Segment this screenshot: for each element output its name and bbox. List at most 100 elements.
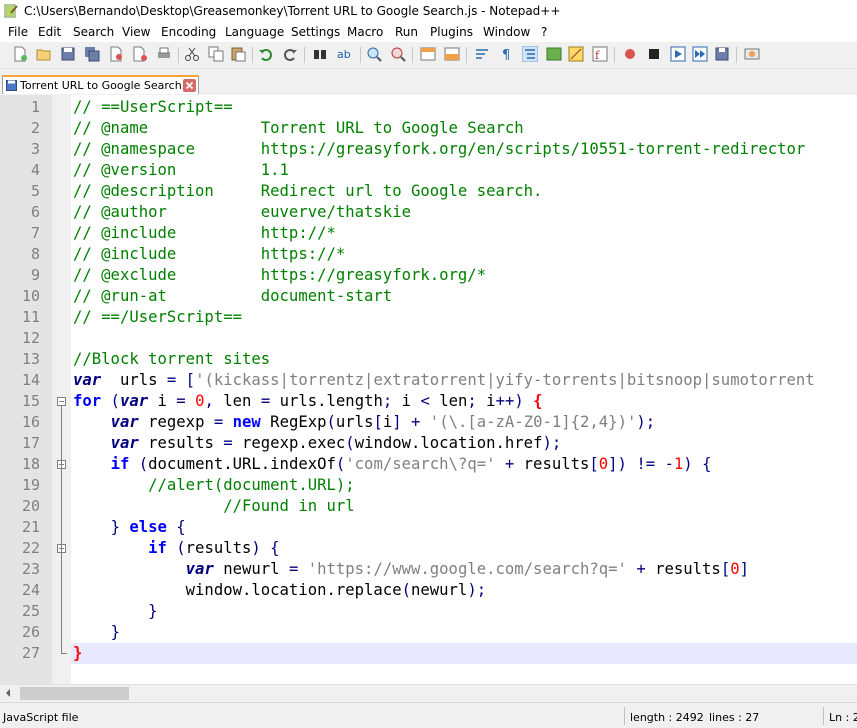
user-language-icon[interactable] bbox=[546, 46, 562, 62]
code-line[interactable]: 12 bbox=[0, 328, 857, 349]
word-wrap-icon[interactable] bbox=[474, 46, 490, 62]
save-macro-icon[interactable] bbox=[714, 46, 730, 62]
menu-encoding[interactable]: Encoding bbox=[161, 25, 216, 39]
code-line[interactable]: 1 // ==UserScript== bbox=[0, 97, 857, 118]
code-line[interactable]: 5 // @description Redirect url to Google … bbox=[0, 181, 857, 202]
print-icon[interactable] bbox=[156, 46, 172, 62]
close-file-icon[interactable] bbox=[108, 46, 124, 62]
function-list-icon[interactable]: f bbox=[592, 46, 608, 62]
menu-language[interactable]: Language bbox=[225, 25, 284, 39]
line-number: 2 bbox=[30, 119, 40, 137]
line-number: 10 bbox=[21, 287, 40, 305]
code-line[interactable]: 16 var regexp = new RegExp(urls[i] + '(\… bbox=[0, 412, 857, 433]
record-macro-icon[interactable] bbox=[622, 46, 638, 62]
open-file-icon[interactable] bbox=[36, 46, 52, 62]
code-token: ( bbox=[401, 581, 411, 599]
redo-icon[interactable] bbox=[282, 46, 298, 62]
code-line[interactable]: 20 //Found in url bbox=[0, 496, 857, 517]
code-line[interactable]: 26 } bbox=[0, 622, 857, 643]
menu-help[interactable]: ? bbox=[541, 25, 547, 39]
line-number: 26 bbox=[21, 623, 40, 641]
code-line[interactable]: 17 var results = regexp.exec(window.loca… bbox=[0, 433, 857, 454]
playback-macro-icon[interactable] bbox=[670, 46, 686, 62]
paste-icon[interactable] bbox=[230, 46, 246, 62]
document-map-icon[interactable] bbox=[568, 46, 584, 62]
code-token: ( bbox=[101, 392, 120, 410]
code-line[interactable]: 3 // @namespace https://greasyfork.org/en… bbox=[0, 139, 857, 160]
menu-edit[interactable]: Edit bbox=[38, 25, 61, 39]
code-text: } bbox=[73, 622, 120, 643]
sync-vertical-icon[interactable] bbox=[420, 46, 436, 62]
scroll-left-icon[interactable] bbox=[6, 689, 10, 697]
code-token: urls bbox=[101, 371, 167, 389]
code-token: for bbox=[73, 392, 102, 410]
code-line[interactable]: 9 // @exclude https://greasyfork.org/* bbox=[0, 265, 857, 286]
menu-window[interactable]: Window bbox=[483, 25, 530, 39]
code-line[interactable]: 24 window.location.replace(newurl); bbox=[0, 580, 857, 601]
menu-settings[interactable]: Settings bbox=[291, 25, 340, 39]
indent-guide-icon[interactable] bbox=[522, 46, 538, 62]
code-line[interactable]: 27} bbox=[22, 643, 857, 664]
zoom-in-icon[interactable] bbox=[366, 46, 382, 62]
code-line[interactable]: 7 // @include http://* bbox=[0, 223, 857, 244]
code-line[interactable]: 11 // ==/UserScript== bbox=[0, 307, 857, 328]
line-number: 12 bbox=[21, 329, 40, 347]
code-token: ); bbox=[542, 434, 562, 452]
menu-macro[interactable]: Macro bbox=[347, 25, 383, 39]
code-line[interactable]: 2 // @name Torrent URL to Google Search bbox=[0, 118, 857, 139]
code-line[interactable]: 23 var newurl = 'https://www.google.com/… bbox=[0, 559, 857, 580]
code-token: ( bbox=[129, 455, 149, 473]
find-icon[interactable] bbox=[312, 46, 328, 62]
code-line[interactable]: 8 // @include https://* bbox=[0, 244, 857, 265]
menu-run[interactable]: Run bbox=[395, 25, 418, 39]
horizontal-scrollbar[interactable] bbox=[0, 684, 857, 702]
save-icon[interactable] bbox=[60, 46, 76, 62]
code-token: results bbox=[645, 560, 721, 578]
stop-recording-icon[interactable] bbox=[646, 46, 662, 62]
show-all-characters-icon[interactable]: ¶ bbox=[498, 46, 514, 62]
code-line[interactable]: 22 if (results) { bbox=[0, 538, 857, 559]
code-token: if bbox=[148, 539, 167, 557]
replace-icon[interactable]: ab bbox=[336, 46, 352, 62]
code-line[interactable]: 15 for (var i = 0, len = urls.length; i <… bbox=[0, 391, 857, 412]
menu-search[interactable]: Search bbox=[73, 25, 114, 39]
code-line[interactable]: 19 //alert(document.URL); bbox=[0, 475, 857, 496]
code-text: // ==/UserScript== bbox=[73, 307, 242, 328]
undo-icon[interactable] bbox=[258, 46, 274, 62]
run-macro-multiple-icon[interactable] bbox=[692, 46, 708, 62]
scrollbar-thumb[interactable] bbox=[20, 687, 129, 700]
launch-browser-icon[interactable] bbox=[744, 46, 760, 62]
fold-toggle-icon[interactable] bbox=[57, 397, 66, 406]
copy-icon[interactable] bbox=[208, 46, 224, 62]
tab-torrent-url-to-google-search[interactable]: Torrent URL to Google Search.js bbox=[2, 75, 199, 94]
code-line[interactable]: 10 // @run-at document-start bbox=[0, 286, 857, 307]
code-token: // @description Redirect url to Google s… bbox=[73, 182, 543, 200]
code-text: // @run-at document-start bbox=[73, 286, 392, 307]
code-token: 0 bbox=[598, 455, 609, 473]
menu-view[interactable]: View bbox=[122, 25, 150, 39]
code-token: ) { bbox=[251, 539, 280, 557]
code-token: var bbox=[185, 560, 214, 578]
close-tab-icon[interactable] bbox=[183, 79, 196, 92]
code-line[interactable]: 21 } else { bbox=[0, 517, 857, 538]
new-file-icon[interactable] bbox=[12, 46, 28, 62]
close-all-icon[interactable] bbox=[132, 46, 148, 62]
code-line[interactable]: 6 // @author euverve/thatskie bbox=[0, 202, 857, 223]
code-editor[interactable]: 1 // ==UserScript== 2 // @name Torrent URL … bbox=[0, 95, 857, 685]
menu-plugins[interactable]: Plugins bbox=[430, 25, 473, 39]
code-line[interactable]: 13 //Block torrent sites bbox=[0, 349, 857, 370]
code-line[interactable]: 18 if (document.URL.indexOf('com/search\… bbox=[0, 454, 857, 475]
code-token: = bbox=[260, 392, 271, 410]
save-all-icon[interactable] bbox=[84, 46, 100, 62]
code-line[interactable]: 25 } bbox=[0, 601, 857, 622]
code-line[interactable]: 14 var urls = ['(kickass|torrentz|extrato… bbox=[0, 370, 857, 391]
zoom-out-icon[interactable] bbox=[390, 46, 406, 62]
sync-horizontal-icon[interactable] bbox=[444, 46, 460, 62]
code-token: var bbox=[73, 371, 102, 389]
cut-icon[interactable] bbox=[184, 46, 200, 62]
cursor-line: Ln : 2 bbox=[829, 711, 857, 724]
menu-file[interactable]: File bbox=[8, 25, 28, 39]
code-line[interactable]: 4 // @version 1.1 bbox=[0, 160, 857, 181]
code-token: new bbox=[223, 413, 261, 431]
